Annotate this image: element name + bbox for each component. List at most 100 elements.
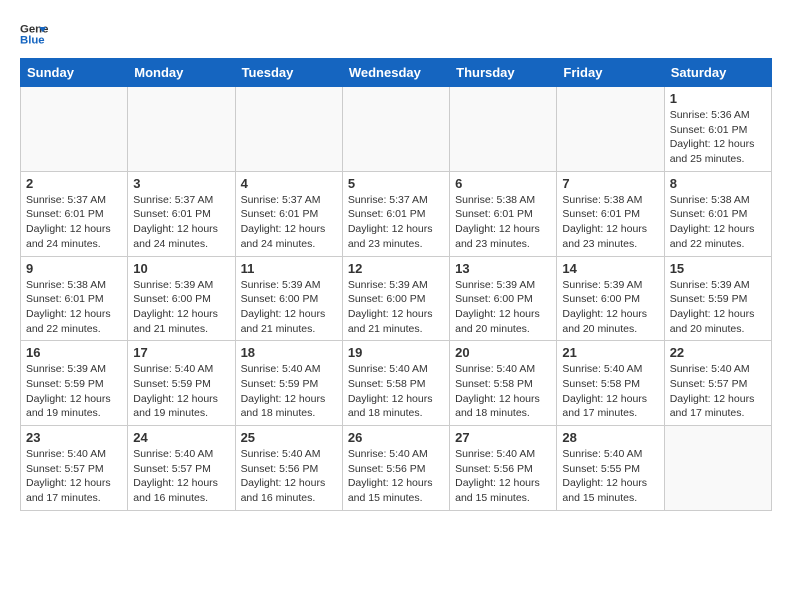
calendar-cell: 11Sunrise: 5:39 AM Sunset: 6:00 PM Dayli… bbox=[235, 256, 342, 341]
calendar-cell bbox=[342, 87, 449, 172]
weekday-header-tuesday: Tuesday bbox=[235, 59, 342, 87]
day-info: Sunrise: 5:40 AM Sunset: 5:59 PM Dayligh… bbox=[241, 362, 337, 421]
day-info: Sunrise: 5:40 AM Sunset: 5:57 PM Dayligh… bbox=[670, 362, 766, 421]
day-info: Sunrise: 5:40 AM Sunset: 5:58 PM Dayligh… bbox=[562, 362, 658, 421]
day-number: 7 bbox=[562, 176, 658, 191]
calendar-cell bbox=[557, 87, 664, 172]
day-info: Sunrise: 5:39 AM Sunset: 6:00 PM Dayligh… bbox=[562, 278, 658, 337]
day-info: Sunrise: 5:38 AM Sunset: 6:01 PM Dayligh… bbox=[26, 278, 122, 337]
calendar-week-row: 2 Sunrise: 5:37 AM Sunset: 6:01 PM Daylig… bbox=[21, 171, 772, 256]
day-info: Sunrise: 5:37 AM Sunset: 6:01 PM Dayligh… bbox=[241, 193, 337, 252]
day-info: Sunrise: 5:38 AM Sunset: 6:01 PM Dayligh… bbox=[455, 193, 551, 252]
day-number: 27 bbox=[455, 430, 551, 445]
calendar-cell: 25 Sunrise: 5:40 AM Sunset: 5:56 PM Dayli… bbox=[235, 426, 342, 511]
day-number: 10 bbox=[133, 261, 229, 276]
calendar-cell bbox=[450, 87, 557, 172]
day-info: Sunrise: 5:40 AM Sunset: 5:57 PM Dayligh… bbox=[133, 447, 229, 506]
day-number: 26 bbox=[348, 430, 444, 445]
day-number: 15 bbox=[670, 261, 766, 276]
calendar-cell: 12Sunrise: 5:39 AM Sunset: 6:00 PM Dayli… bbox=[342, 256, 449, 341]
day-info: Sunrise: 5:39 AM Sunset: 5:59 PM Dayligh… bbox=[670, 278, 766, 337]
day-info: Sunrise: 5:36 AM Sunset: 6:01 PM Dayligh… bbox=[670, 108, 766, 167]
day-number: 25 bbox=[241, 430, 337, 445]
day-number: 28 bbox=[562, 430, 658, 445]
day-info: Sunrise: 5:39 AM Sunset: 6:00 PM Dayligh… bbox=[133, 278, 229, 337]
logo: General Blue bbox=[20, 20, 48, 48]
weekday-header-sunday: Sunday bbox=[21, 59, 128, 87]
day-number: 8 bbox=[670, 176, 766, 191]
calendar-cell: 18 Sunrise: 5:40 AM Sunset: 5:59 PM Dayli… bbox=[235, 341, 342, 426]
day-number: 18 bbox=[241, 345, 337, 360]
day-number: 14 bbox=[562, 261, 658, 276]
day-number: 22 bbox=[670, 345, 766, 360]
day-info: Sunrise: 5:39 AM Sunset: 5:59 PM Dayligh… bbox=[26, 362, 122, 421]
day-info: Sunrise: 5:40 AM Sunset: 5:58 PM Dayligh… bbox=[348, 362, 444, 421]
calendar-cell: 21 Sunrise: 5:40 AM Sunset: 5:58 PM Dayli… bbox=[557, 341, 664, 426]
calendar-cell: 24 Sunrise: 5:40 AM Sunset: 5:57 PM Dayli… bbox=[128, 426, 235, 511]
day-number: 13 bbox=[455, 261, 551, 276]
calendar-cell: 23 Sunrise: 5:40 AM Sunset: 5:57 PM Dayli… bbox=[21, 426, 128, 511]
calendar-cell: 4 Sunrise: 5:37 AM Sunset: 6:01 PM Daylig… bbox=[235, 171, 342, 256]
calendar-cell: 7 Sunrise: 5:38 AM Sunset: 6:01 PM Daylig… bbox=[557, 171, 664, 256]
day-number: 5 bbox=[348, 176, 444, 191]
day-number: 4 bbox=[241, 176, 337, 191]
calendar-cell: 5 Sunrise: 5:37 AM Sunset: 6:01 PM Daylig… bbox=[342, 171, 449, 256]
day-info: Sunrise: 5:37 AM Sunset: 6:01 PM Dayligh… bbox=[348, 193, 444, 252]
calendar-cell bbox=[128, 87, 235, 172]
day-info: Sunrise: 5:38 AM Sunset: 6:01 PM Dayligh… bbox=[562, 193, 658, 252]
calendar-cell: 20 Sunrise: 5:40 AM Sunset: 5:58 PM Dayli… bbox=[450, 341, 557, 426]
day-info: Sunrise: 5:37 AM Sunset: 6:01 PM Dayligh… bbox=[133, 193, 229, 252]
day-number: 1 bbox=[670, 91, 766, 106]
day-number: 19 bbox=[348, 345, 444, 360]
calendar-week-row: 1 Sunrise: 5:36 AM Sunset: 6:01 PM Daylig… bbox=[21, 87, 772, 172]
day-info: Sunrise: 5:39 AM Sunset: 6:00 PM Dayligh… bbox=[241, 278, 337, 337]
calendar-cell: 26 Sunrise: 5:40 AM Sunset: 5:56 PM Dayli… bbox=[342, 426, 449, 511]
day-number: 24 bbox=[133, 430, 229, 445]
day-number: 6 bbox=[455, 176, 551, 191]
day-number: 20 bbox=[455, 345, 551, 360]
calendar-cell: 6 Sunrise: 5:38 AM Sunset: 6:01 PM Daylig… bbox=[450, 171, 557, 256]
calendar-week-row: 23 Sunrise: 5:40 AM Sunset: 5:57 PM Dayli… bbox=[21, 426, 772, 511]
day-number: 16 bbox=[26, 345, 122, 360]
calendar-cell: 16 Sunrise: 5:39 AM Sunset: 5:59 PM Dayli… bbox=[21, 341, 128, 426]
calendar-cell: 27Sunrise: 5:40 AM Sunset: 5:56 PM Dayli… bbox=[450, 426, 557, 511]
day-number: 3 bbox=[133, 176, 229, 191]
svg-text:Blue: Blue bbox=[20, 35, 45, 47]
page-container: General Blue SundayMondayTuesdayWednesda… bbox=[0, 0, 792, 521]
day-number: 12 bbox=[348, 261, 444, 276]
day-info: Sunrise: 5:39 AM Sunset: 6:00 PM Dayligh… bbox=[455, 278, 551, 337]
weekday-header-monday: Monday bbox=[128, 59, 235, 87]
calendar-cell: 22 Sunrise: 5:40 AM Sunset: 5:57 PM Dayli… bbox=[664, 341, 771, 426]
day-number: 23 bbox=[26, 430, 122, 445]
calendar-week-row: 16 Sunrise: 5:39 AM Sunset: 5:59 PM Dayli… bbox=[21, 341, 772, 426]
calendar-cell: 9 Sunrise: 5:38 AM Sunset: 6:01 PM Daylig… bbox=[21, 256, 128, 341]
day-info: Sunrise: 5:40 AM Sunset: 5:57 PM Dayligh… bbox=[26, 447, 122, 506]
calendar-cell: 15 Sunrise: 5:39 AM Sunset: 5:59 PM Dayli… bbox=[664, 256, 771, 341]
day-info: Sunrise: 5:40 AM Sunset: 5:56 PM Dayligh… bbox=[348, 447, 444, 506]
weekday-header-friday: Friday bbox=[557, 59, 664, 87]
calendar-cell: 17Sunrise: 5:40 AM Sunset: 5:59 PM Dayli… bbox=[128, 341, 235, 426]
calendar-cell: 2 Sunrise: 5:37 AM Sunset: 6:01 PM Daylig… bbox=[21, 171, 128, 256]
calendar-week-row: 9 Sunrise: 5:38 AM Sunset: 6:01 PM Daylig… bbox=[21, 256, 772, 341]
day-number: 17 bbox=[133, 345, 229, 360]
day-number: 9 bbox=[26, 261, 122, 276]
calendar-cell bbox=[21, 87, 128, 172]
day-info: Sunrise: 5:40 AM Sunset: 5:56 PM Dayligh… bbox=[241, 447, 337, 506]
day-info: Sunrise: 5:37 AM Sunset: 6:01 PM Dayligh… bbox=[26, 193, 122, 252]
page-header: General Blue bbox=[20, 20, 772, 48]
weekday-header-saturday: Saturday bbox=[664, 59, 771, 87]
day-number: 21 bbox=[562, 345, 658, 360]
day-number: 2 bbox=[26, 176, 122, 191]
calendar-cell: 3 Sunrise: 5:37 AM Sunset: 6:01 PM Daylig… bbox=[128, 171, 235, 256]
day-info: Sunrise: 5:40 AM Sunset: 5:58 PM Dayligh… bbox=[455, 362, 551, 421]
weekday-header-thursday: Thursday bbox=[450, 59, 557, 87]
calendar-cell: 1 Sunrise: 5:36 AM Sunset: 6:01 PM Daylig… bbox=[664, 87, 771, 172]
day-info: Sunrise: 5:38 AM Sunset: 6:01 PM Dayligh… bbox=[670, 193, 766, 252]
weekday-header-wednesday: Wednesday bbox=[342, 59, 449, 87]
calendar-cell bbox=[235, 87, 342, 172]
calendar-cell: 14 Sunrise: 5:39 AM Sunset: 6:00 PM Dayli… bbox=[557, 256, 664, 341]
calendar-cell: 8 Sunrise: 5:38 AM Sunset: 6:01 PM Daylig… bbox=[664, 171, 771, 256]
calendar-cell bbox=[664, 426, 771, 511]
weekday-header-row: SundayMondayTuesdayWednesdayThursdayFrid… bbox=[21, 59, 772, 87]
calendar-cell: 13 Sunrise: 5:39 AM Sunset: 6:00 PM Dayli… bbox=[450, 256, 557, 341]
